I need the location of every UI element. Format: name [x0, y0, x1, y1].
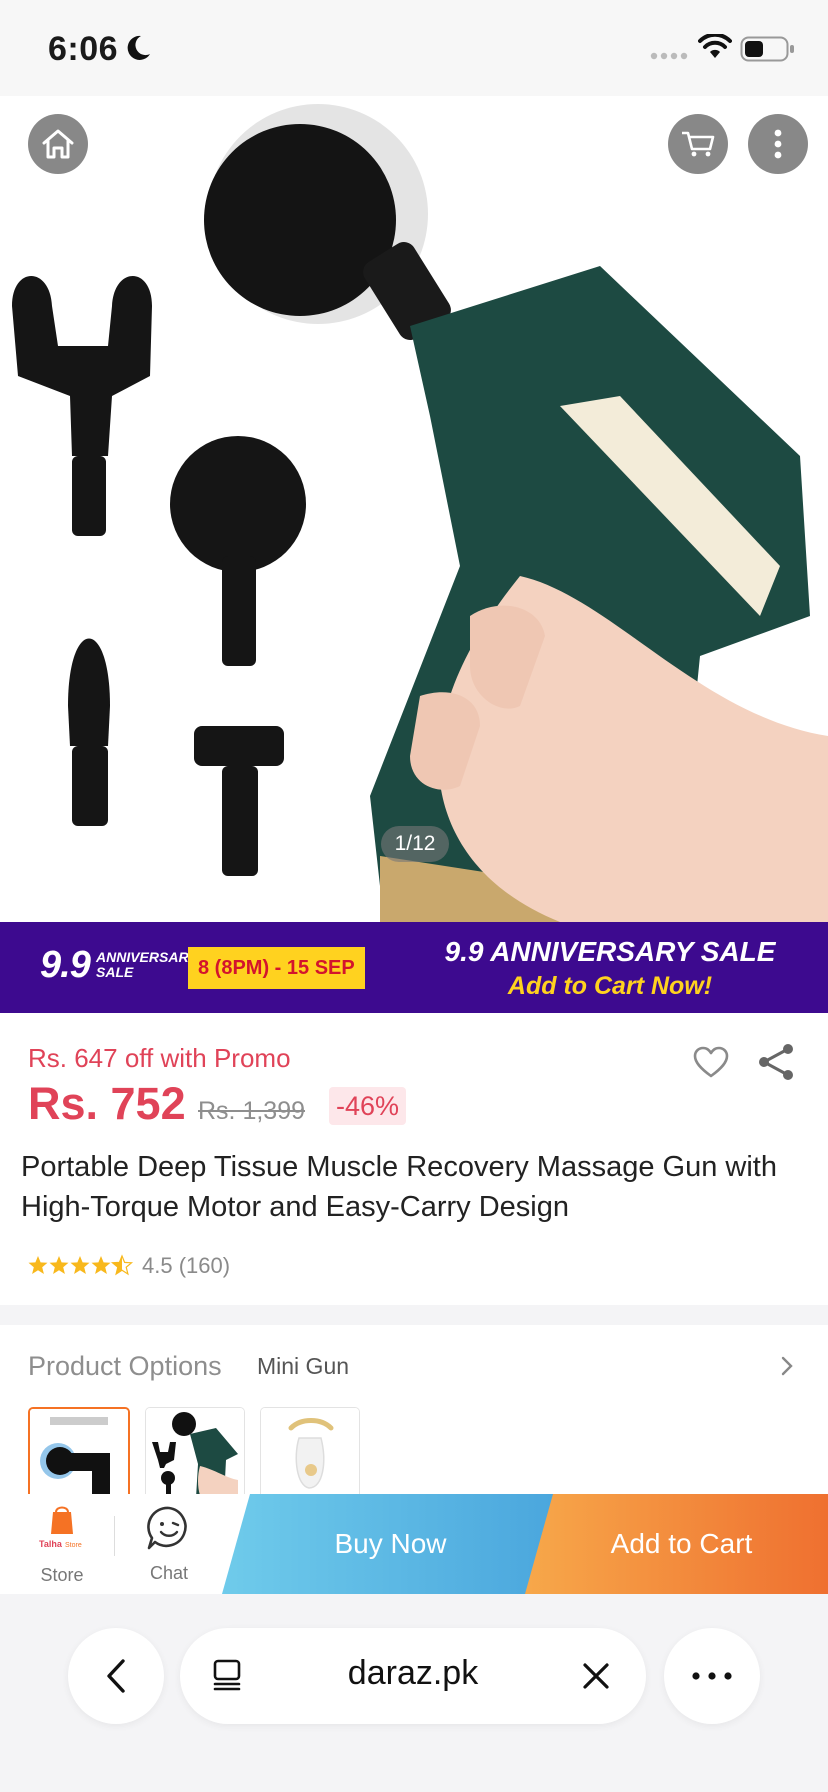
chevron-left-icon [107, 1659, 125, 1693]
option-thumbnail-neck-massager[interactable] [260, 1407, 360, 1495]
more-horizontal-icon [692, 1672, 732, 1680]
discount-badge: -46% [329, 1087, 407, 1125]
product-info: Rs. 647 off with Promo Rs. 752 Rs. 1,399… [0, 1013, 828, 1305]
original-price: Rs. 1,399 [198, 1097, 306, 1125]
buy-now-button[interactable]: Buy Now [222, 1494, 559, 1594]
product-title: Portable Deep Tissue Muscle Recovery Mas… [21, 1151, 777, 1223]
more-vertical-icon [774, 129, 782, 159]
browser-more-button[interactable] [664, 1628, 760, 1724]
banner-logo: 9.9 [40, 944, 91, 986]
banner-date: 8 (8PM) - 15 SEP [188, 947, 365, 989]
promo-text: Rs. 647 off with Promo [28, 1043, 291, 1073]
options-selected-value: Mini Gun [257, 1353, 350, 1379]
product-image [0, 96, 828, 922]
option-thumbnail-mini-gun[interactable] [28, 1407, 130, 1495]
address-bar[interactable]: daraz.pk [180, 1628, 646, 1724]
option-thumbnail-massage-gun-green[interactable] [145, 1407, 245, 1495]
rating-text: 4.5 (160) [142, 1253, 231, 1278]
share-icon[interactable] [756, 1043, 796, 1081]
signal-icon [650, 52, 688, 60]
wifi-icon [698, 34, 732, 58]
back-button[interactable] [68, 1628, 164, 1724]
banner-title: 9.9 ANNIVERSARY SALE [444, 936, 776, 967]
banner-cta: Add to Cart Now! [507, 972, 713, 1000]
status-bar: 6:06 [0, 0, 828, 96]
banner-logo-subtitle: ANNIVERSARY SALE [96, 949, 198, 980]
store-label: Store [40, 1565, 84, 1585]
home-icon [42, 129, 74, 159]
browser-toolbar: daraz.pk [0, 1594, 828, 1792]
home-button[interactable] [28, 114, 88, 174]
product-options[interactable]: Product Options Mini Gun [0, 1325, 828, 1495]
close-icon[interactable] [582, 1662, 610, 1690]
store-button[interactable]: Talha Store Store [22, 1504, 102, 1586]
product-image-gallery[interactable]: 1/12 [0, 96, 828, 922]
status-time: 6:06 [48, 30, 119, 68]
chevron-right-icon [781, 1356, 793, 1376]
url-text: daraz.pk [347, 1654, 479, 1692]
svg-text:Store: Store [65, 1542, 82, 1549]
thumbnail-image [146, 1408, 244, 1495]
rating-stars-icon [28, 1255, 133, 1275]
divider [114, 1516, 115, 1556]
options-label: Product Options [28, 1351, 222, 1381]
thumbnail-image [261, 1408, 359, 1495]
moon-icon [127, 35, 150, 60]
add-to-cart-button[interactable]: Add to Cart [525, 1494, 828, 1594]
battery-icon [740, 36, 794, 62]
chat-button[interactable]: Chat [128, 1504, 210, 1584]
chat-label: Chat [149, 1563, 189, 1583]
bottom-action-bar: Talha Store Store Chat Buy Now Add to Ca… [0, 1494, 828, 1594]
thumbnail-image [30, 1409, 128, 1495]
svg-text:Talha: Talha [39, 1539, 63, 1549]
chat-icon [147, 1506, 187, 1550]
image-counter: 1/12 [381, 826, 449, 862]
current-price: Rs. 752 [28, 1078, 186, 1129]
campaign-banner[interactable]: 9.9 ANNIVERSARY SALE 8 (8PM) - 15 SEP 9.… [0, 922, 828, 1013]
cart-button[interactable] [668, 114, 728, 174]
more-options-button[interactable] [748, 114, 808, 174]
heart-icon[interactable] [692, 1045, 730, 1079]
store-logo-icon: Talha Store [35, 1504, 89, 1554]
cart-icon [682, 131, 715, 157]
